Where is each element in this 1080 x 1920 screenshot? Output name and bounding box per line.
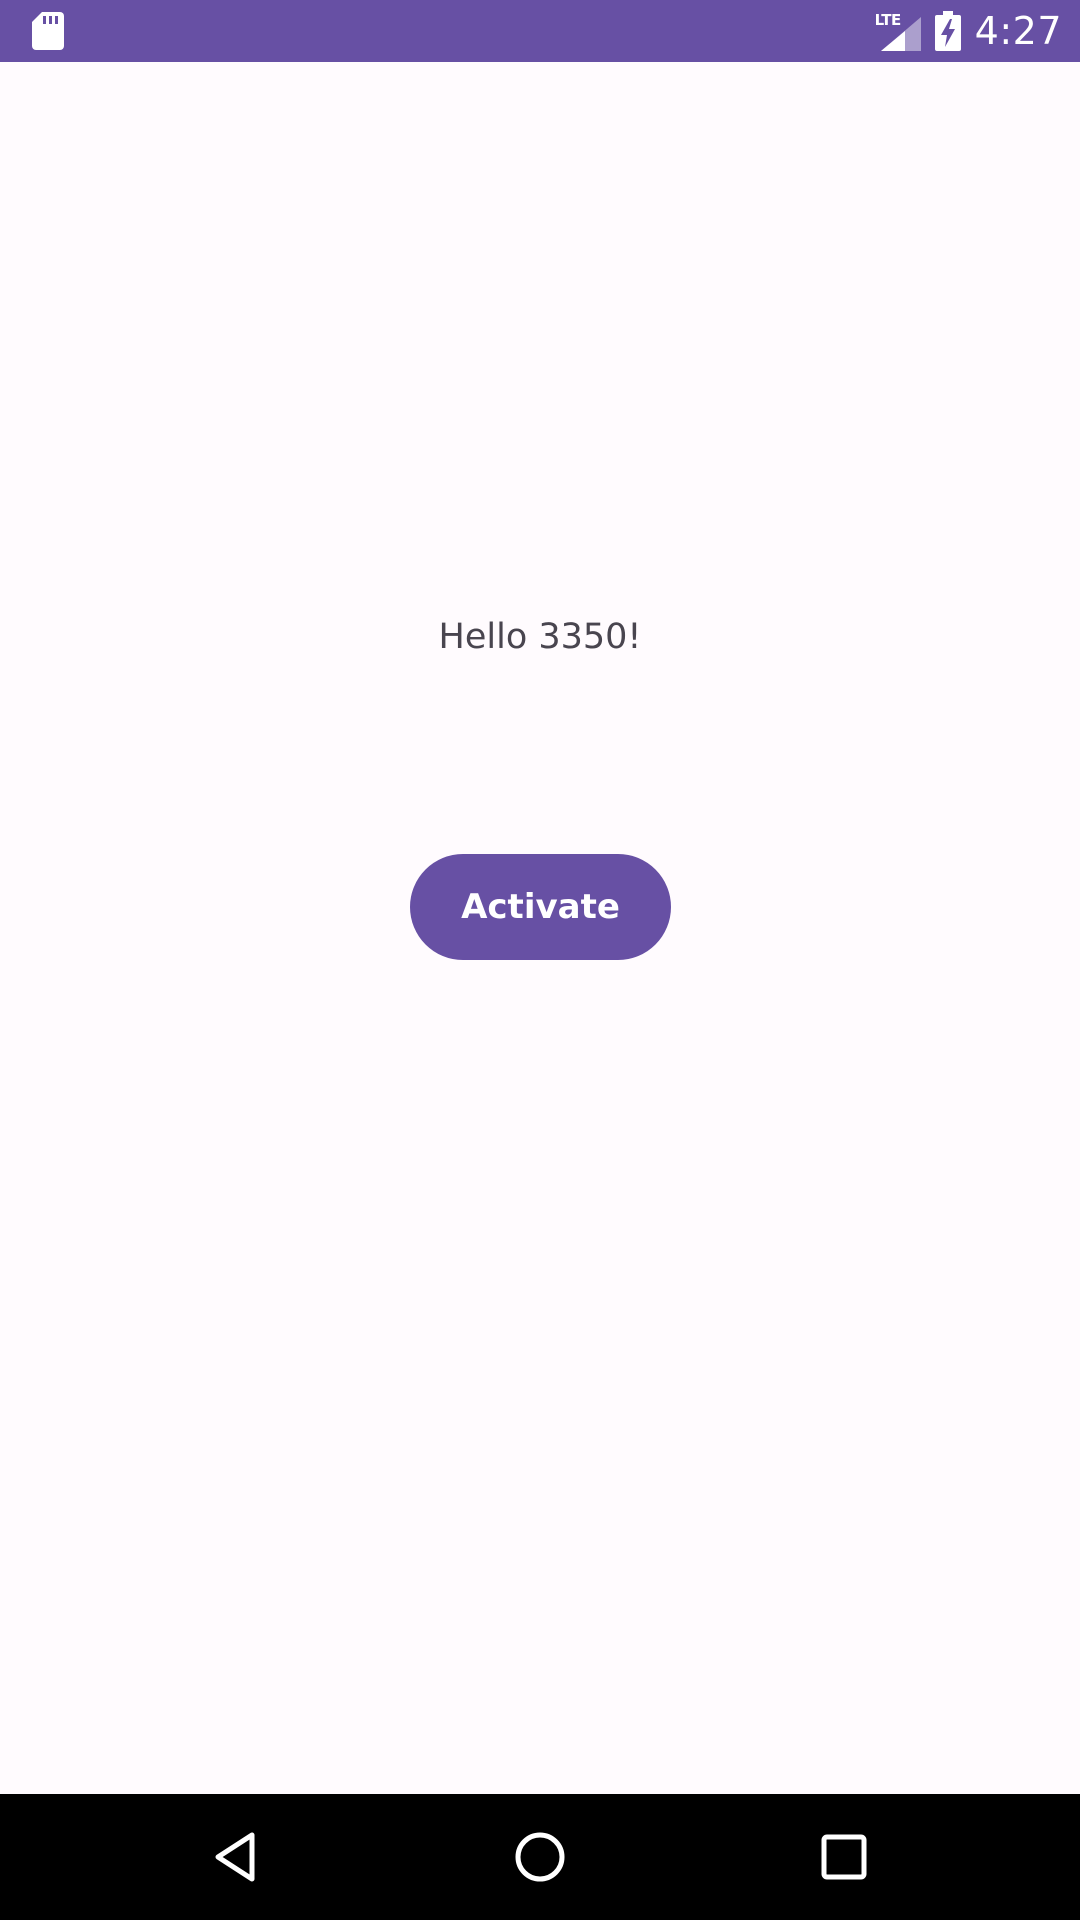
clock: 4:27 bbox=[974, 9, 1062, 53]
home-button[interactable] bbox=[480, 1794, 600, 1920]
home-icon bbox=[515, 1832, 565, 1882]
network-indicator: LTE bbox=[875, 11, 921, 51]
signal-icon bbox=[880, 17, 921, 51]
status-icons: LTE 4:27 bbox=[875, 0, 1062, 62]
navigation-bar bbox=[0, 1794, 1080, 1920]
status-bar: LTE 4:27 bbox=[0, 0, 1080, 62]
back-icon bbox=[215, 1832, 255, 1882]
greeting-text: Hello 3350! bbox=[438, 617, 642, 657]
battery-charging-icon bbox=[934, 11, 961, 51]
sd-card-icon bbox=[32, 12, 64, 50]
recents-icon bbox=[821, 1834, 867, 1880]
activate-button[interactable]: Activate bbox=[410, 854, 671, 960]
recents-button[interactable] bbox=[784, 1794, 904, 1920]
back-button[interactable] bbox=[176, 1794, 296, 1920]
